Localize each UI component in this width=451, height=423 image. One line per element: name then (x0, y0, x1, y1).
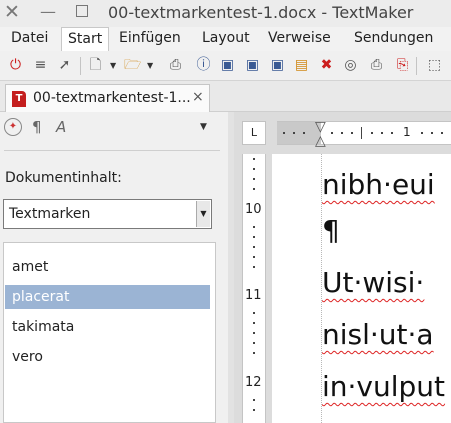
chevron-down-icon[interactable]: ▼ (110, 61, 116, 70)
document-tab-label: 00-textmarkentest-1... (33, 90, 191, 106)
ruler-tick (293, 132, 295, 134)
paragraph-mark[interactable]: ¶ (322, 214, 340, 247)
ruler-number: 10 (245, 202, 262, 217)
print-icon[interactable]: ⎙ (167, 57, 184, 74)
dropdown-value: Textmarken (9, 206, 91, 222)
menu-verweise[interactable]: Verweise (268, 30, 331, 46)
sidebar-toolbar: ✦ ¶ A ▼ (0, 112, 228, 144)
close-document-icon[interactable]: ✖ (318, 57, 335, 74)
sidebar-panel: ✦ ¶ A ▼ Dokumentinhalt: Textmarken ▼ ame… (0, 112, 228, 423)
menu-layout[interactable]: Layout (202, 30, 250, 46)
ruler-tick (331, 132, 333, 134)
list-item[interactable]: vero (5, 345, 210, 369)
ruler-tick (253, 266, 255, 268)
ruler-tick (253, 178, 255, 180)
ruler-tick (253, 409, 255, 411)
menu-bar: Datei Start Einfügen Layout Verweise Sen… (0, 27, 451, 51)
ruler-tick (421, 132, 423, 134)
print-preview-icon[interactable]: ⎙ (368, 57, 385, 74)
chevron-down-icon[interactable]: ▼ (147, 61, 153, 70)
ruler-tick (253, 168, 255, 170)
list-item[interactable]: amet (5, 255, 210, 279)
horizontal-ruler[interactable]: 1 ▽ △ (277, 120, 451, 148)
navigator-icon[interactable]: ✦ (4, 118, 22, 136)
pointer-icon[interactable]: ➚ (56, 57, 73, 74)
ruler-tick (371, 132, 373, 134)
ruler-tick (283, 132, 285, 134)
ruler-tick (361, 127, 362, 139)
ruler-tick (253, 399, 255, 401)
document-tab-bar: T 00-textmarkentest-1... × (0, 81, 451, 112)
ruler-tick (303, 132, 305, 134)
ruler-tick (253, 188, 255, 190)
ruler-tick (253, 352, 255, 354)
toolbar-separator (80, 57, 81, 75)
character-style-icon[interactable]: A (56, 118, 66, 136)
chevron-down-icon[interactable]: ▼ (200, 122, 207, 132)
ruler-tick (253, 256, 255, 258)
document-info-icon[interactable]: ⓘ (195, 57, 212, 74)
sidebar-divider (4, 150, 220, 151)
ruler-tick (391, 132, 393, 134)
ruler-tick (381, 132, 383, 134)
document-text-line[interactable]: in·vulput (322, 370, 445, 403)
paragraph-marks-icon[interactable]: ¶ (32, 118, 42, 136)
bookmark-list: amet placerat takimata vero (3, 242, 216, 423)
left-indent-marker[interactable]: △ (315, 134, 326, 148)
menu-datei[interactable]: Datei (11, 30, 48, 46)
menu-einfuegen[interactable]: Einfügen (119, 30, 181, 46)
ruler-tick (341, 132, 343, 134)
document-page[interactable]: nibh·eui ¶ Ut·wisi· nisl·ut·a in·vulput (272, 154, 451, 423)
document-text-line[interactable]: nisl·ut·a (322, 318, 434, 351)
content-type-dropdown[interactable]: Textmarken ▼ (3, 199, 212, 229)
folder-tree-icon[interactable]: ▤ (293, 57, 310, 74)
globe-icon[interactable]: ◎ (342, 57, 359, 74)
pdf-export-icon[interactable]: ⎘ (394, 57, 411, 74)
select-frame-icon[interactable]: ⬚ (426, 57, 443, 74)
save-all-icon[interactable]: ▣ (269, 57, 286, 74)
ruler-tick (351, 132, 353, 134)
ruler-tick (253, 342, 255, 344)
first-line-indent-marker[interactable]: ▽ (315, 120, 326, 134)
ruler-tick (253, 226, 255, 228)
menu-sendungen[interactable]: Sendungen (354, 30, 433, 46)
maximize-window-icon[interactable] (76, 5, 88, 17)
dropdown-arrow-icon[interactable]: ▼ (196, 201, 210, 227)
minimize-window-icon[interactable]: — (40, 2, 56, 21)
document-tab[interactable]: T 00-textmarkentest-1... × (5, 84, 210, 112)
ruler-tick (253, 236, 255, 238)
ruler-tick (441, 132, 443, 134)
power-icon[interactable]: ⏻ (7, 57, 24, 74)
document-content-label: Dokumentinhalt: (5, 170, 122, 186)
window-title: 00-textmarkentest-1.docx - TextMaker (108, 3, 414, 22)
ruler-number: 12 (245, 375, 262, 390)
document-text-line[interactable]: nibh·eui (322, 168, 435, 201)
ruler-tick (253, 158, 255, 160)
ruler-tick (253, 312, 255, 314)
save-icon[interactable]: ▣ (219, 57, 236, 74)
ruler-tick (431, 132, 433, 134)
vertical-ruler: 10 11 12 (242, 154, 266, 423)
list-item[interactable]: takimata (5, 315, 210, 339)
open-folder-icon[interactable]: 🗁 (124, 57, 141, 74)
menu-start[interactable]: Start (61, 27, 110, 51)
ruler-tick (253, 322, 255, 324)
ruler-tick (253, 332, 255, 334)
ruler-number: 11 (245, 288, 262, 303)
toolbar-separator (416, 57, 417, 75)
ruler-tick (253, 246, 255, 248)
hamburger-menu-icon[interactable]: ≡ (32, 57, 49, 74)
tab-type-selector[interactable]: L (242, 121, 266, 145)
document-text-line[interactable]: Ut·wisi· (322, 266, 424, 299)
save-as-icon[interactable]: ▣ (244, 57, 261, 74)
title-bar: ✕ — 00-textmarkentest-1.docx - TextMaker (0, 0, 451, 27)
editor-area: L 1 ▽ △ 10 11 12 nibh·eui ¶ Ut·wisi· nis… (234, 112, 451, 423)
close-tab-icon[interactable]: × (192, 89, 204, 105)
ruler-number: 1 (403, 125, 411, 139)
textmaker-file-icon: T (12, 91, 26, 107)
list-item[interactable]: placerat (5, 285, 210, 309)
new-document-icon[interactable]: 🗋 (87, 57, 104, 74)
close-window-icon[interactable]: ✕ (4, 1, 20, 23)
toolbar: ⏻ ≡ ➚ 🗋 ▼ 🗁 ▼ ⎙ ⓘ ▣ ▣ ▣ ▤ ✖ ◎ ⎙ ⎘ ⬚ (0, 51, 451, 81)
